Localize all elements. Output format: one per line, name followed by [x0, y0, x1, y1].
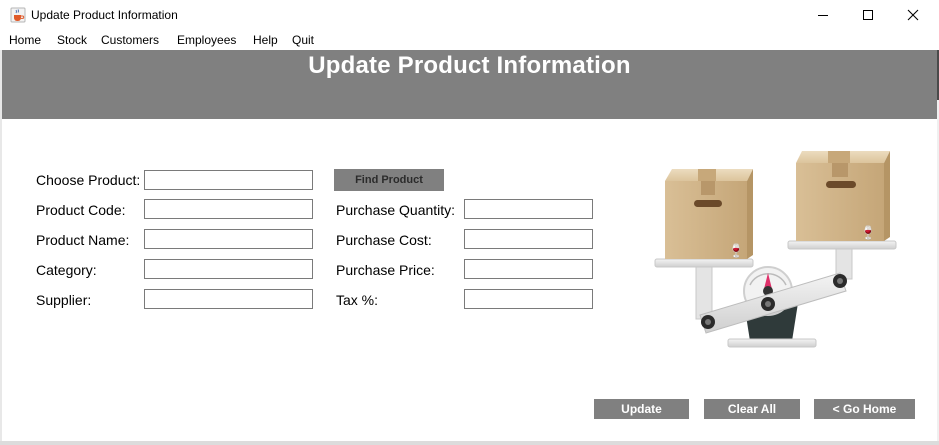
maximize-icon — [863, 10, 873, 20]
choose-product-input[interactable] — [144, 170, 313, 190]
category-input[interactable] — [144, 259, 313, 279]
find-product-button[interactable]: Find Product — [334, 169, 444, 191]
clear-all-button[interactable]: Clear All — [704, 399, 800, 419]
bottom-edge — [0, 441, 939, 445]
page-title: Update Product Information — [308, 52, 631, 79]
window-title: Update Product Information — [31, 8, 178, 22]
menu-customers[interactable]: Customers — [101, 33, 159, 47]
menu-employees[interactable]: Employees — [177, 33, 236, 47]
minimize-icon — [818, 15, 828, 16]
product-code-input[interactable] — [144, 199, 313, 219]
product-name-label: Product Name: — [36, 232, 130, 248]
close-icon — [907, 9, 919, 21]
menu-home[interactable]: Home — [9, 33, 41, 47]
close-button[interactable] — [890, 0, 936, 30]
supplier-input[interactable] — [144, 289, 313, 309]
svg-text:🍷: 🍷 — [860, 225, 876, 241]
purchase-price-input[interactable] — [464, 259, 593, 279]
tax-percent-label: Tax %: — [336, 292, 379, 308]
tax-percent-input[interactable] — [464, 289, 593, 309]
purchase-cost-input[interactable] — [464, 229, 593, 249]
menu-quit[interactable]: Quit — [292, 33, 314, 47]
choose-product-label: Choose Product: — [36, 172, 141, 188]
svg-text:🍷: 🍷 — [728, 243, 744, 259]
boxes-on-scale-illustration: 🍷 🍷 — [654, 151, 897, 348]
java-cup-icon — [10, 7, 26, 23]
purchase-cost-label: Purchase Cost: — [336, 232, 432, 248]
purchase-price-label: Purchase Price: — [336, 262, 435, 278]
menu-stock[interactable]: Stock — [57, 33, 87, 47]
product-name-input[interactable] — [144, 229, 313, 249]
maximize-button[interactable] — [845, 0, 891, 30]
left-edge — [0, 50, 2, 445]
update-button[interactable]: Update — [594, 399, 689, 419]
purchase-quantity-input[interactable] — [464, 199, 593, 219]
menu-help[interactable]: Help — [253, 33, 278, 47]
menu-bar: Home Stock Customers Employees Help Quit — [0, 30, 939, 50]
product-code-label: Product Code: — [36, 202, 126, 218]
category-label: Category: — [36, 262, 97, 278]
go-home-button[interactable]: < Go Home — [814, 399, 915, 419]
minimize-button[interactable] — [800, 0, 846, 30]
purchase-quantity-label: Purchase Quantity: — [336, 202, 456, 218]
title-bar: Update Product Information — [0, 0, 939, 30]
supplier-label: Supplier: — [36, 292, 92, 308]
